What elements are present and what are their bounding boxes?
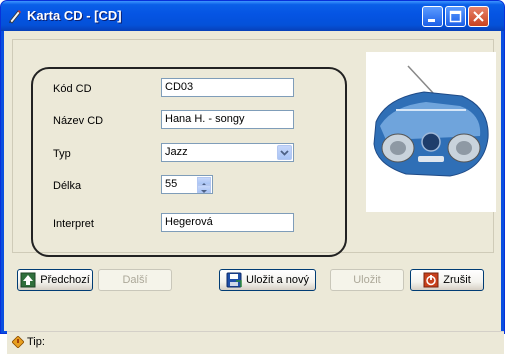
code-label: Kód CD: [53, 83, 92, 95]
chevron-down-icon[interactable]: [277, 145, 292, 160]
content-panel: Kód CD CD03 Název CD Hana H. - songy Typ…: [12, 39, 496, 257]
type-select-value: Jazz: [165, 146, 188, 158]
close-window-button[interactable]: [468, 6, 489, 27]
save-and-new-button[interactable]: Uložit a nový: [219, 269, 316, 291]
type-select[interactable]: Jazz: [161, 143, 294, 162]
maximize-icon: [449, 10, 462, 23]
client-area: Kód CD CD03 Název CD Hana H. - songy Typ…: [4, 31, 504, 354]
name-input[interactable]: Hana H. - songy: [161, 110, 294, 129]
spin-up-icon[interactable]: [197, 177, 211, 186]
window: Karta CD - [CD] Kód CD CD03 Název CD Han…: [0, 0, 505, 354]
previous-button[interactable]: Předchozí: [17, 269, 93, 291]
title-bar[interactable]: Karta CD - [CD]: [1, 1, 504, 31]
length-value: 55: [165, 178, 178, 190]
spin-down-icon[interactable]: [197, 185, 211, 193]
code-input[interactable]: CD03: [161, 78, 294, 97]
arrow-up-icon: [20, 272, 36, 288]
next-button[interactable]: Další: [98, 269, 172, 291]
save-button-label: Uložit: [353, 274, 381, 286]
pencil-icon: [9, 10, 21, 24]
interpret-input[interactable]: Hegerová: [161, 213, 294, 232]
length-label: Délka: [53, 180, 82, 192]
type-label: Typ: [53, 148, 71, 160]
close-icon: [473, 11, 484, 22]
next-button-label: Další: [122, 274, 148, 286]
previous-button-label: Předchozí: [40, 274, 90, 286]
cancel-button-label: Zrušit: [443, 274, 471, 286]
cd-player-image: [366, 52, 496, 212]
window-title: Karta CD - [CD]: [27, 8, 122, 23]
maximize-button[interactable]: [445, 6, 466, 27]
save-button[interactable]: Uložit: [330, 269, 404, 291]
status-bar: Tip:: [7, 331, 504, 354]
cancel-button[interactable]: Zrušit: [410, 269, 484, 291]
diamond-icon: [12, 336, 24, 348]
minimize-button[interactable]: [422, 6, 443, 27]
minimize-icon: [428, 19, 435, 22]
name-label: Název CD: [53, 115, 104, 127]
length-stepper[interactable]: 55: [161, 175, 213, 194]
save-and-new-button-label: Uložit a nový: [246, 274, 309, 286]
power-icon: [423, 272, 439, 288]
floppy-disk-icon: [226, 272, 242, 288]
tip-label: Tip:: [27, 336, 45, 348]
interpret-label: Interpret: [53, 218, 94, 230]
